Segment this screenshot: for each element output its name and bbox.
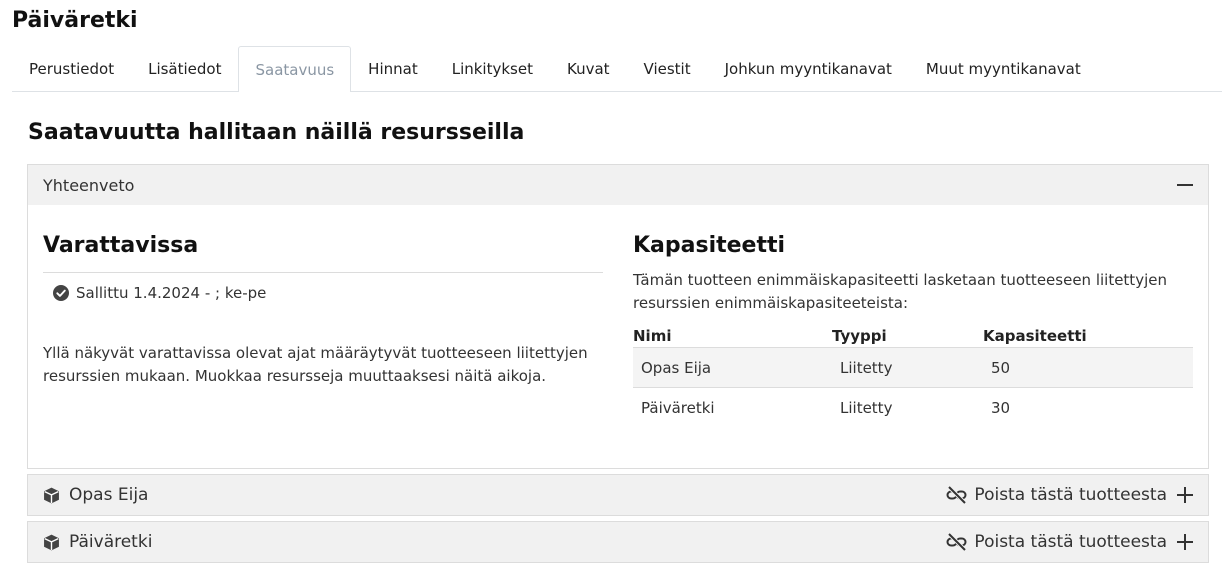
bookable-note: Yllä näkyvät varattavissa olevat ajat mä… <box>43 344 588 385</box>
tab-muut-myyntikanavat[interactable]: Muut myyntikanavat <box>909 46 1098 91</box>
summary-body: Varattavissa Sallittu 1.4.2024 - ; ke-pe… <box>28 205 1208 468</box>
summary-header-label: Yhteenveto <box>43 175 135 195</box>
remove-from-product-link[interactable]: Poista tästä tuotteesta <box>945 532 1167 552</box>
tab-hinnat[interactable]: Hinnat <box>351 46 435 91</box>
table-header-row: Nimi Tyyppi Kapasiteetti <box>633 325 1193 348</box>
page-title: Päiväretki <box>12 8 138 33</box>
cell-type: Liitetty <box>840 398 893 417</box>
summary-header[interactable]: Yhteenveto <box>28 165 1208 205</box>
unlink-icon <box>946 485 967 505</box>
tab-viestit[interactable]: Viestit <box>627 46 708 91</box>
plus-icon[interactable] <box>1177 534 1193 550</box>
remove-from-product-link[interactable]: Poista tästä tuotteesta <box>945 485 1167 505</box>
capacity-title: Kapasiteetti <box>633 233 786 258</box>
cube-icon <box>44 487 59 503</box>
remove-label: Poista tästä tuotteesta <box>974 485 1167 505</box>
cube-icon <box>44 534 59 550</box>
tab-johkun-myyntikanavat[interactable]: Johkun myyntikanavat <box>708 46 909 91</box>
allowed-text: Sallittu 1.4.2024 - ; ke-pe <box>76 284 267 302</box>
tab-saatavuus[interactable]: Saatavuus <box>238 46 352 92</box>
allowed-row: Sallittu 1.4.2024 - ; ke-pe <box>53 284 603 302</box>
resource-header[interactable]: Päiväretki Poista tästä tuotteesta <box>28 522 1208 562</box>
capacity-section: Kapasiteetti Tämän tuotteen enimmäiskapa… <box>633 233 1193 428</box>
column-header-type: Tyyppi <box>832 325 983 348</box>
tab-perustiedot[interactable]: Perustiedot <box>12 46 131 91</box>
minus-icon[interactable] <box>1177 177 1193 193</box>
column-header-capacity: Kapasiteetti <box>983 325 1193 348</box>
capacity-table: Nimi Tyyppi Kapasiteetti Opas Eija Liite… <box>633 325 1193 428</box>
bookable-section: Varattavissa Sallittu 1.4.2024 - ; ke-pe… <box>43 233 603 388</box>
remove-label: Poista tästä tuotteesta <box>974 532 1167 552</box>
unlink-icon <box>946 532 967 552</box>
resource-card-paivaretki: Päiväretki Poista tästä tuotteesta <box>27 521 1209 563</box>
capacity-description: Tämän tuotteen enimmäiskapasiteetti lask… <box>633 271 1167 312</box>
cell-type: Liitetty <box>832 347 983 388</box>
bookable-title: Varattavissa <box>43 233 199 258</box>
divider <box>43 272 603 273</box>
cell-capacity: 30 <box>991 398 1011 417</box>
summary-card: Yhteenveto Varattavissa Sallittu 1.4.202… <box>27 164 1209 469</box>
tab-linkitykset[interactable]: Linkitykset <box>435 46 550 91</box>
resource-name: Opas Eija <box>69 485 149 505</box>
check-circle-icon <box>53 285 69 301</box>
column-header-name: Nimi <box>633 325 832 348</box>
tab-kuvat[interactable]: Kuvat <box>550 46 627 91</box>
plus-icon[interactable] <box>1177 487 1193 503</box>
table-row: Päiväretki Liitetty 30 <box>633 388 1193 428</box>
tab-bar: Perustiedot Lisätiedot Saatavuus Hinnat … <box>12 46 1222 92</box>
section-title: Saatavuutta hallitaan näillä resursseill… <box>28 120 525 145</box>
resource-name: Päiväretki <box>69 532 153 552</box>
cell-name: Päiväretki <box>641 398 715 417</box>
cell-capacity: 50 <box>983 347 1193 388</box>
resource-card-opas-eija: Opas Eija Poista tästä tuotteesta <box>27 474 1209 516</box>
tab-lisatiedot[interactable]: Lisätiedot <box>131 46 238 91</box>
resource-header[interactable]: Opas Eija Poista tästä tuotteesta <box>28 475 1208 515</box>
cell-name: Opas Eija <box>633 347 832 388</box>
table-row: Opas Eija Liitetty 50 <box>633 347 1193 388</box>
